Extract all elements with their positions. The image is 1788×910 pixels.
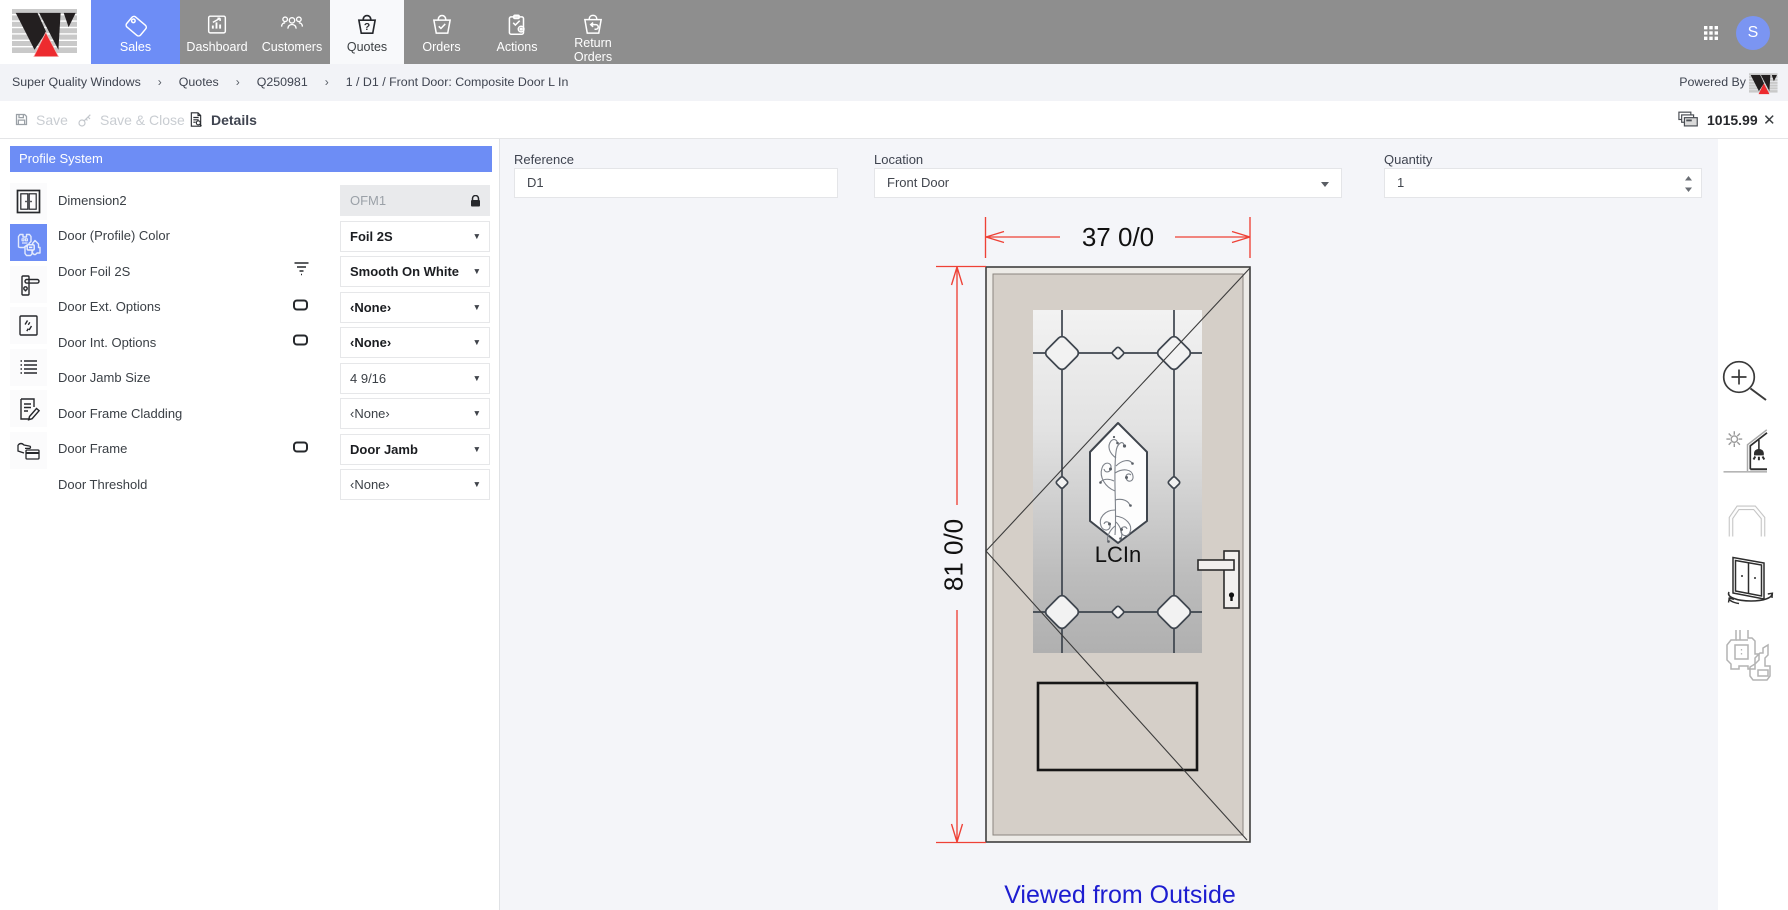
svg-text:37 0/0: 37 0/0 [1082, 222, 1154, 252]
svg-text:LCIn: LCIn [1095, 542, 1141, 567]
svg-text:?: ? [364, 22, 370, 33]
svg-text:81 0/0: 81 0/0 [938, 519, 968, 591]
